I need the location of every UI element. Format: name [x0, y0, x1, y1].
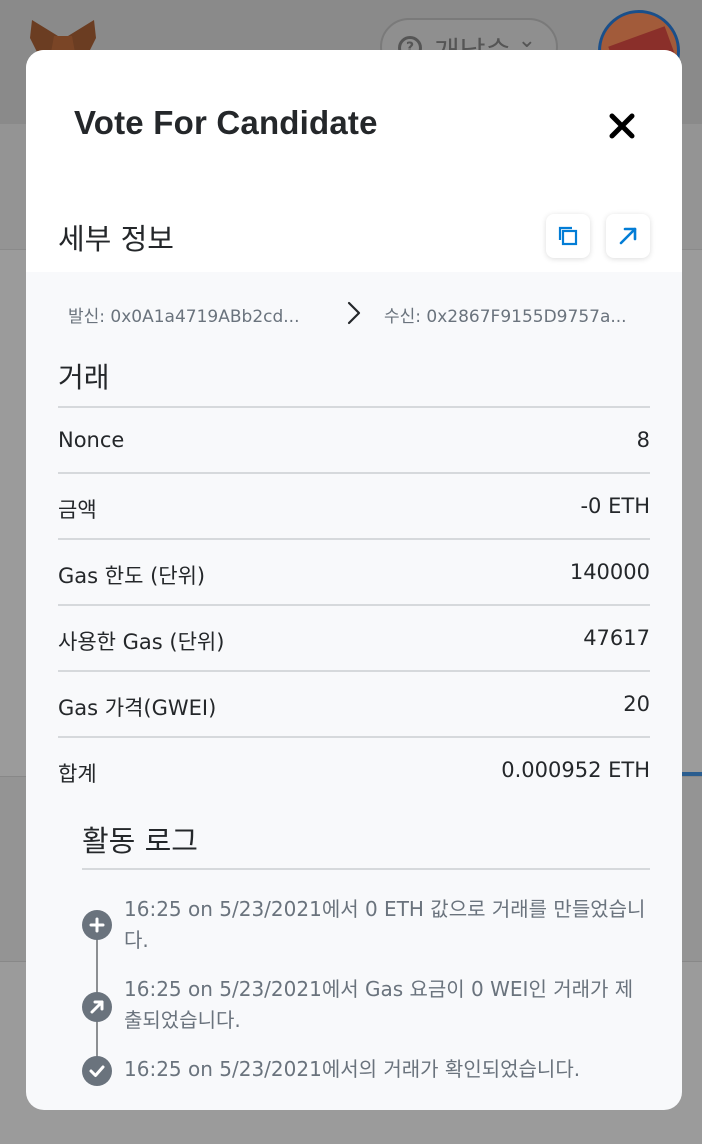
copy-button[interactable] [546, 214, 590, 258]
copy-icon [558, 226, 578, 246]
tx-row-label: Nonce [58, 428, 125, 452]
external-link-icon [619, 227, 637, 245]
tx-row-value: 140000 [569, 560, 650, 584]
tx-row-gas-used: 사용한 Gas (단위) 47617 [58, 604, 650, 670]
transaction-heading: 거래 [58, 361, 110, 394]
tx-row-label: 합계 [58, 762, 97, 786]
activity-log-text: 16:25 on 5/23/2021에서 0 ETH 값으로 거래를 만들었습니… [124, 897, 646, 952]
tx-row-value: 47617 [583, 626, 650, 650]
tx-row-value: -0 ETH [580, 494, 650, 518]
activity-log-divider [82, 868, 650, 870]
background-accent [682, 772, 702, 776]
tx-row-amount: 금액 -0 ETH [58, 472, 650, 538]
activity-log-text: 16:25 on 5/23/2021에서의 거래가 확인되었습니다. [124, 1057, 581, 1081]
tx-row-total: 합계 0.000952 ETH [58, 736, 650, 802]
arrow-up-right-icon [82, 992, 112, 1022]
tx-row-label: Gas 한도 (단위) [58, 564, 206, 588]
transaction-table: Nonce 8 금액 -0 ETH Gas 한도 (단위) 140000 사용한… [58, 406, 650, 802]
close-button[interactable] [604, 108, 640, 144]
recipient-address[interactable]: 수신: 0x2867F9155D9757a... [384, 302, 627, 327]
sender-address[interactable]: 발신: 0x0A1a4719ABb2cd... [68, 302, 299, 327]
tx-row-nonce: Nonce 8 [58, 406, 650, 472]
chevron-right-icon [347, 301, 361, 325]
tx-row-value: 8 [636, 428, 650, 452]
tx-row-label: 금액 [58, 498, 97, 522]
tx-row-value: 0.000952 ETH [501, 758, 650, 782]
plus-icon [82, 910, 112, 940]
transaction-details-modal: Vote For Candidate 세부 정보 발신: 0x0A1a4719A… [26, 50, 682, 1110]
sender-recipient-row: 발신: 0x0A1a4719ABb2cd... 수신: 0x2867F9155D… [26, 300, 682, 327]
tx-row-value: 20 [623, 692, 650, 716]
view-on-explorer-button[interactable] [606, 214, 650, 258]
tx-row-label: 사용한 Gas (단위) [58, 630, 225, 654]
tx-row-label: Gas 가격(GWEI) [58, 696, 217, 720]
details-heading: 세부 정보 [58, 222, 174, 256]
activity-log-text: 16:25 on 5/23/2021에서 Gas 요금이 0 WEI인 거래가 … [124, 977, 634, 1032]
tx-row-gas-limit: Gas 한도 (단위) 140000 [58, 538, 650, 604]
modal-title: Vote For Candidate [74, 104, 378, 141]
check-icon [82, 1056, 112, 1086]
tx-row-gas-price: Gas 가격(GWEI) 20 [58, 670, 650, 736]
activity-log-heading: 활동 로그 [82, 824, 198, 858]
close-icon [609, 113, 635, 139]
